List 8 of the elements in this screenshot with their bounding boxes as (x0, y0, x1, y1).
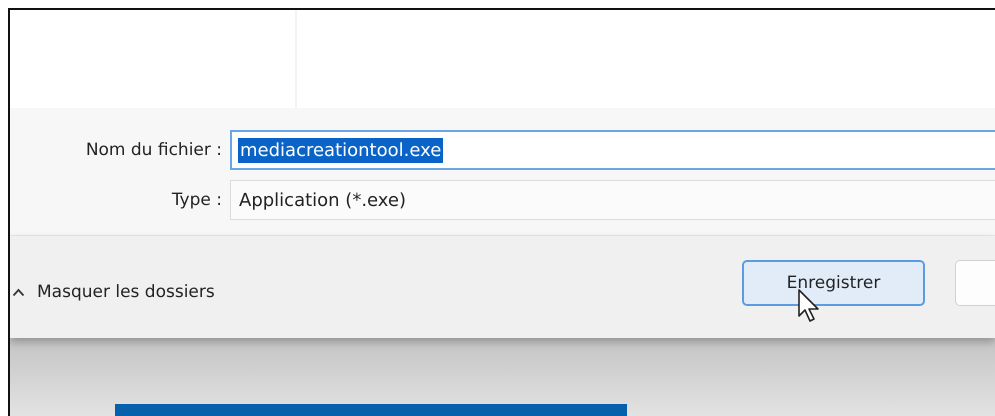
file-type-dropdown[interactable]: Application (*.exe) (230, 180, 995, 220)
field-label: Type : (170, 190, 223, 210)
hide-folders-toggle[interactable]: Masquer les dossiers (10, 282, 215, 302)
filename-field[interactable]: mediacreationtool.exe (230, 130, 995, 170)
cancel-button[interactable] (955, 260, 995, 306)
save-button[interactable]: Enregistrer (742, 260, 925, 306)
field-label: Nom du fichier : (84, 140, 223, 160)
chevron-up-icon (12, 288, 25, 296)
